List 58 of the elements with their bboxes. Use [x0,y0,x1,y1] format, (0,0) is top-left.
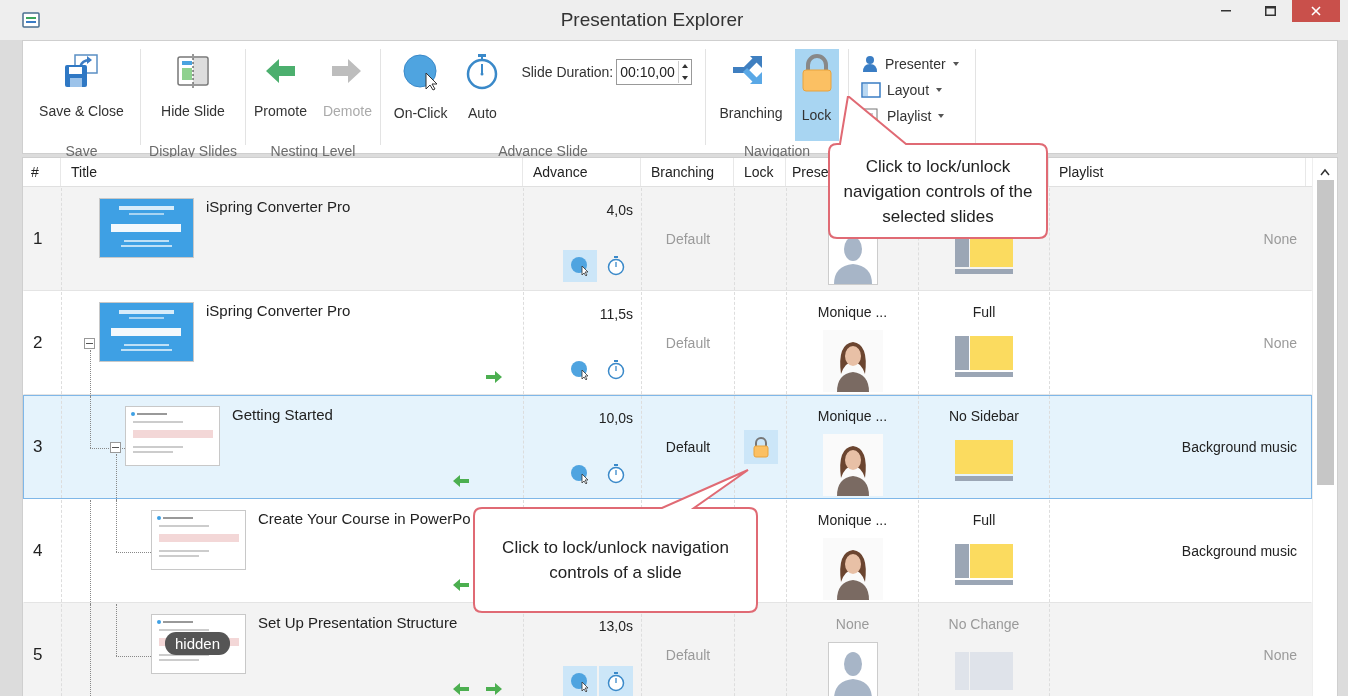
column-header[interactable]: Advance [533,164,588,180]
group-label: Navigation [743,143,811,159]
slide-title: iSpring Converter Pro [206,302,352,319]
layout-dropdown[interactable]: Layout [857,79,964,101]
branching-value: Default [665,439,711,455]
column-header[interactable]: Prese [792,164,829,180]
presenter-dropdown[interactable]: Presenter [857,53,964,75]
column-header[interactable]: # [31,164,39,180]
lock-button[interactable]: Lock [794,49,839,141]
hidden-badge: hidden [165,632,231,655]
layout-name: Full [972,512,996,528]
slide-number: 4 [33,541,43,561]
slide-title: iSpring Converter Pro [206,198,352,215]
branching-value: Default [665,647,711,663]
slide-title: Set Up Presentation Structure [258,614,459,631]
slide-number: 5 [33,645,43,665]
presenter-name: Monique ... [817,408,888,424]
layout-name: No Sidebar [948,408,1019,424]
presenter-name: None [835,616,870,632]
slide-duration-field[interactable]: 00:10,00 [616,59,693,85]
playlist-value: None [1263,231,1297,247]
advance-time: 11,5s [599,306,633,322]
slide-title: Getting Started [232,406,334,423]
layout-name: No Change [948,616,1020,632]
playlist-value: Background music [1181,439,1297,455]
presenter-name: Monique ... [817,304,888,320]
group-label: Save [65,143,98,159]
advance-time: 10,0s [598,410,633,426]
save-close-button[interactable]: Save & Close [35,49,128,141]
auto-button[interactable]: Auto [459,49,506,141]
group-label: Advance Slide [498,143,588,159]
slide-number: 1 [33,229,43,249]
playlist-value: None [1263,335,1297,351]
slide-duration-label: Slide Duration: [521,64,614,80]
table-row[interactable]: 5 hidden Set Up Presentation Structure 13,0s Default None No Change None [23,603,1312,696]
playlist-value: None [1263,647,1297,663]
column-header[interactable]: Branching [651,164,715,180]
branching-value: Default [665,335,711,351]
callout-text: Click to lock/unlock navigation controls of a slide [501,537,730,584]
slide-title: Create Your Course in PowerPo [258,510,472,527]
playlist-value: Background music [1181,543,1297,559]
branching-button[interactable]: Branching [715,49,787,141]
promote-button[interactable]: Promote [250,49,311,141]
column-header[interactable]: Title [71,164,97,180]
advance-time: 4,0s [606,202,633,218]
presenter-name: Monique ... [817,512,888,528]
slide-number: 2 [33,333,43,353]
hide-slide-button[interactable]: Hide Slide [157,49,229,141]
layout-name: Full [972,304,996,320]
on-click-button[interactable]: On-Click [389,49,452,141]
group-label: Display Slides [149,143,237,159]
branching-value: Default [665,231,711,247]
column-header[interactable]: Playlist [1059,164,1104,180]
window-title: Presentation Explorer [559,9,745,31]
slide-number: 3 [33,437,43,457]
column-header[interactable]: Lock [744,164,774,180]
advance-time: 13,0s [598,618,633,634]
table-row[interactable]: 3 Getting Started 10,0s Default Monique ... No Sidebar Background music [23,395,1312,499]
